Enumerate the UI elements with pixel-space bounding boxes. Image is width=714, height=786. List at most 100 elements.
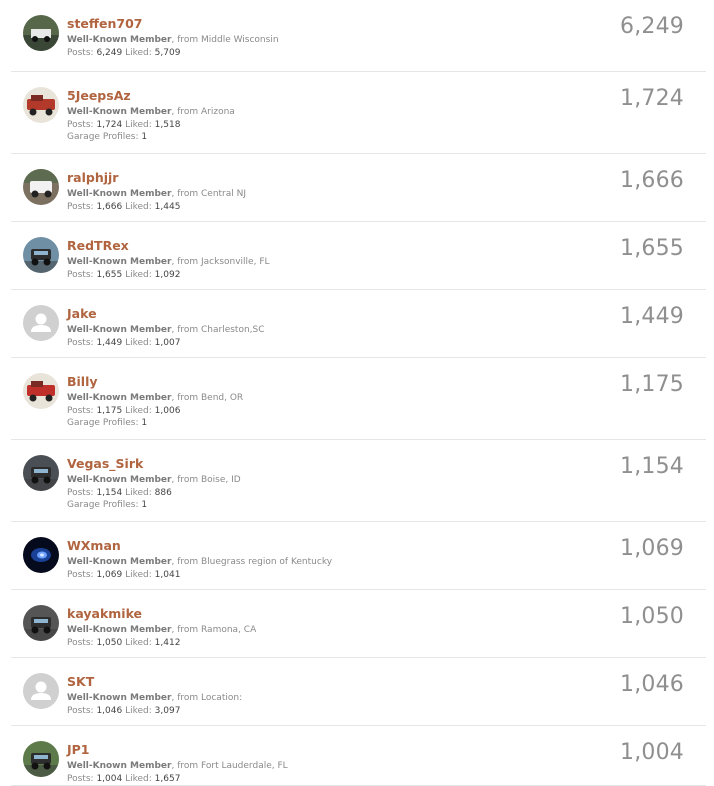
member-row: 5JeepsAz Well-Known Member, from Arizona P… — [11, 72, 706, 154]
liked-value: 1,657 — [154, 773, 181, 784]
member-post-count: 1,666 — [620, 168, 684, 193]
member-info: Billy Well-Known Member, from Bend, OR Pos… — [67, 374, 243, 430]
posts-value: 1,175 — [96, 405, 123, 416]
posts-value: 1,724 — [96, 119, 123, 130]
member-title: Well-Known Member — [67, 393, 172, 403]
member-stats-line: Posts: 1,724 Liked: 1,518 — [67, 119, 235, 132]
member-title: Well-Known Member — [67, 625, 172, 635]
jeep-avatar-icon[interactable] — [23, 455, 59, 491]
member-info: Vegas_Sirk Well-Known Member, from Boise,… — [67, 456, 241, 512]
member-title-line: Well-Known Member, from Middle Wisconsin — [67, 34, 279, 47]
from-label: , from — [171, 693, 201, 703]
member-username-link[interactable]: WXman — [67, 538, 332, 553]
from-label: , from — [171, 257, 201, 267]
posts-value: 6,249 — [96, 47, 123, 58]
member-post-count: 1,449 — [620, 304, 684, 329]
member-info: SKT Well-Known Member, from Location: Post… — [67, 674, 242, 717]
member-title: Well-Known Member — [67, 475, 172, 485]
garage-profiles-label: Garage Profiles: — [67, 132, 139, 142]
member-title-line: Well-Known Member, from Fort Lauderdale,… — [67, 760, 288, 773]
member-stats-line: Posts: 1,046 Liked: 3,097 — [67, 705, 242, 718]
member-title-line: Well-Known Member, from Charleston,SC — [67, 324, 265, 337]
member-title-line: Well-Known Member, from Jacksonville, FL — [67, 256, 270, 269]
member-info: WXman Well-Known Member, from Bluegrass r… — [67, 538, 332, 581]
default-user-avatar-icon[interactable] — [23, 305, 59, 341]
jeep-avatar-icon[interactable] — [23, 605, 59, 641]
posts-label: Posts: — [67, 405, 94, 416]
posts-value: 1,449 — [96, 337, 123, 348]
liked-value: 3,097 — [154, 705, 181, 716]
member-username-link[interactable]: SKT — [67, 674, 242, 689]
jeep-avatar-icon[interactable] — [23, 741, 59, 777]
member-info: JP1 Well-Known Member, from Fort Lauderda… — [67, 742, 288, 785]
member-title-line: Well-Known Member, from Central NJ — [67, 188, 246, 201]
posts-label: Posts: — [67, 637, 94, 648]
member-post-count: 1,175 — [620, 372, 684, 397]
posts-label: Posts: — [67, 47, 94, 58]
liked-label: Liked: — [125, 47, 152, 58]
posts-label: Posts: — [67, 337, 94, 348]
member-username-link[interactable]: kayakmike — [67, 606, 256, 621]
member-title: Well-Known Member — [67, 693, 172, 703]
posts-label: Posts: — [67, 119, 94, 130]
member-post-count: 1,050 — [620, 604, 684, 629]
member-username-link[interactable]: 5JeepsAz — [67, 88, 235, 103]
liked-label: Liked: — [125, 337, 152, 348]
posts-value: 1,666 — [96, 201, 123, 212]
from-label: , from — [171, 325, 201, 335]
red-truck-avatar-icon[interactable] — [23, 373, 59, 409]
liked-value: 1,006 — [154, 405, 181, 416]
member-stats-line: Posts: 1,069 Liked: 1,041 — [67, 569, 332, 582]
garage-profiles-line: Garage Profiles: 1 — [67, 131, 235, 144]
blue-swirl-avatar-icon[interactable] — [23, 537, 59, 573]
liked-label: Liked: — [125, 201, 152, 212]
member-post-count: 1,046 — [620, 672, 684, 697]
member-username-link[interactable]: ralphjjr — [67, 170, 246, 185]
member-title-line: Well-Known Member, from Location: — [67, 692, 242, 705]
from-label: , from — [171, 557, 201, 567]
liked-value: 5,709 — [154, 47, 181, 58]
member-username-link[interactable]: Jake — [67, 306, 265, 321]
member-username-link[interactable]: RedTRex — [67, 238, 270, 253]
white-jeep-avatar-icon[interactable] — [23, 169, 59, 205]
member-row: ralphjjr Well-Known Member, from Central … — [11, 154, 706, 222]
jeep-avatar-icon[interactable] — [23, 237, 59, 273]
garage-profiles-value: 1 — [141, 418, 148, 428]
from-label: , from — [171, 393, 201, 403]
posts-value: 1,046 — [96, 705, 123, 716]
liked-label: Liked: — [125, 637, 152, 648]
member-title: Well-Known Member — [67, 557, 172, 567]
from-label: , from — [171, 625, 201, 635]
posts-value: 1,069 — [96, 569, 123, 580]
liked-value: 1,092 — [154, 269, 181, 280]
liked-value: 1,412 — [154, 637, 181, 648]
liked-value: 1,041 — [154, 569, 181, 580]
member-title: Well-Known Member — [67, 35, 172, 45]
photo-avatar-icon[interactable] — [23, 15, 59, 51]
member-row: Vegas_Sirk Well-Known Member, from Boise,… — [11, 440, 706, 522]
member-row: kayakmike Well-Known Member, from Ramona,… — [11, 590, 706, 658]
default-user-avatar-icon[interactable] — [23, 673, 59, 709]
posts-value: 1,004 — [96, 773, 123, 784]
member-username-link[interactable]: Vegas_Sirk — [67, 456, 241, 471]
member-username-link[interactable]: Billy — [67, 374, 243, 389]
member-row: Jake Well-Known Member, from Charleston,S… — [11, 290, 706, 358]
member-stats-line: Posts: 1,655 Liked: 1,092 — [67, 269, 270, 282]
posts-value: 1,154 — [96, 487, 123, 498]
posts-value: 1,050 — [96, 637, 123, 648]
member-username-link[interactable]: steffen707 — [67, 16, 279, 31]
garage-profiles-value: 1 — [141, 132, 148, 142]
from-label: , from — [171, 761, 201, 771]
member-title-line: Well-Known Member, from Boise, ID — [67, 474, 241, 487]
member-info: kayakmike Well-Known Member, from Ramona,… — [67, 606, 256, 649]
member-location: Central NJ — [201, 189, 247, 199]
liked-value: 886 — [154, 487, 172, 498]
red-jeep-avatar-icon[interactable] — [23, 87, 59, 123]
member-location: Location: — [201, 693, 243, 703]
member-post-count: 1,655 — [620, 236, 684, 261]
member-location: Jacksonville, FL — [201, 257, 270, 267]
member-row: WXman Well-Known Member, from Bluegrass r… — [11, 522, 706, 590]
posts-label: Posts: — [67, 487, 94, 498]
member-username-link[interactable]: JP1 — [67, 742, 288, 757]
garage-profiles-value: 1 — [141, 500, 148, 510]
